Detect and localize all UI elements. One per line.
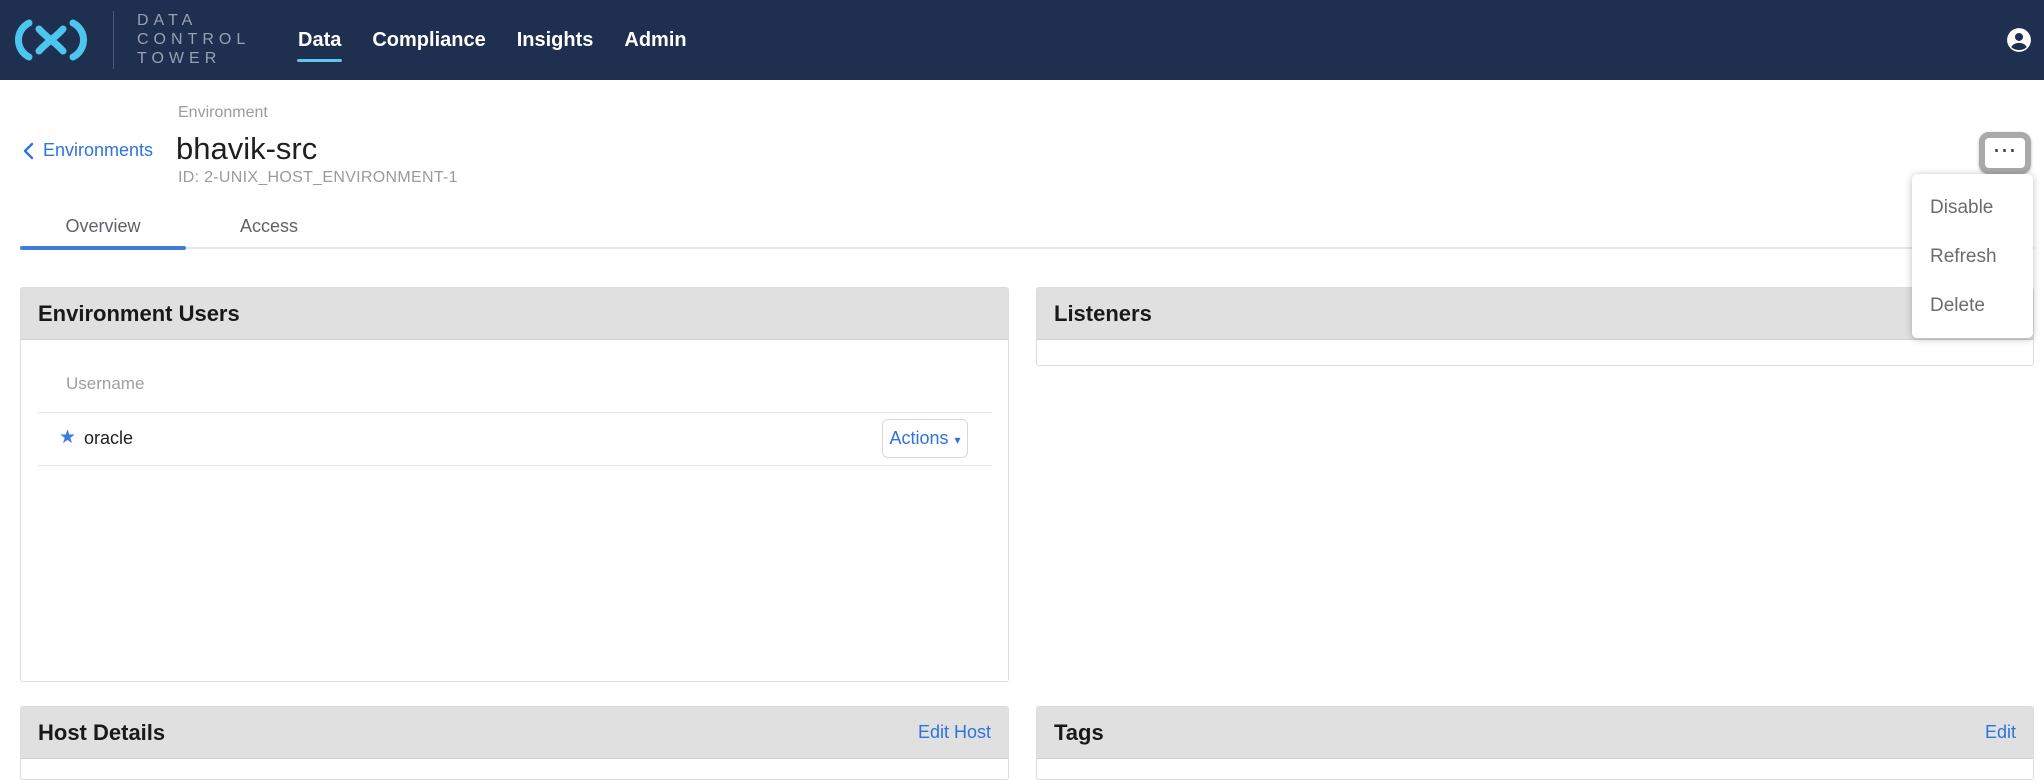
page-root: DATA CONTROL TOWER Data Compliance Insig… bbox=[0, 0, 2044, 780]
listeners-title: Listeners bbox=[1054, 301, 1152, 327]
page-title: bhavik-src bbox=[176, 131, 317, 167]
brand-wordmark: DATA CONTROL TOWER bbox=[137, 11, 250, 68]
actions-label: Actions bbox=[889, 428, 948, 449]
nav-item-admin[interactable]: Admin bbox=[624, 29, 686, 52]
nav-item-data[interactable]: Data bbox=[298, 29, 341, 52]
menu-item-refresh[interactable]: Refresh bbox=[1912, 232, 2033, 281]
listeners-header: Listeners bbox=[1037, 288, 2033, 340]
listeners-card: Listeners bbox=[1036, 287, 2034, 366]
brand-line-3: TOWER bbox=[137, 49, 250, 68]
breadcrumb-label: Environments bbox=[43, 140, 153, 161]
edit-host-link[interactable]: Edit Host bbox=[918, 722, 991, 743]
star-icon: ★ bbox=[59, 426, 76, 449]
edit-tags-link[interactable]: Edit bbox=[1985, 722, 2016, 743]
brand-line-2: CONTROL bbox=[137, 30, 250, 49]
delphix-logo-icon bbox=[13, 17, 89, 63]
caret-down-icon: ▾ bbox=[955, 433, 961, 447]
username-cell: oracle bbox=[84, 428, 133, 449]
environment-users-card: Environment Users Username ★ oracle Acti… bbox=[20, 287, 1009, 682]
brand-divider bbox=[113, 11, 114, 69]
row-actions-button[interactable]: Actions ▾ bbox=[882, 419, 968, 458]
environment-users-header: Environment Users bbox=[21, 288, 1008, 340]
app-bar: DATA CONTROL TOWER Data Compliance Insig… bbox=[0, 0, 2044, 80]
actions-dropdown-menu: Disable Refresh Delete bbox=[1912, 174, 2033, 338]
tab-access[interactable]: Access bbox=[186, 206, 352, 247]
tags-header: Tags Edit bbox=[1037, 707, 2033, 759]
tab-bar: Overview Access bbox=[20, 206, 2034, 249]
username-column-header: Username bbox=[66, 374, 144, 394]
environment-kicker: Environment bbox=[178, 104, 268, 122]
environment-id: ID: 2-UNIX_HOST_ENVIRONMENT-1 bbox=[178, 169, 458, 187]
nav-item-compliance[interactable]: Compliance bbox=[372, 29, 485, 52]
chevron-left-icon bbox=[22, 142, 34, 160]
brand-line-1: DATA bbox=[137, 11, 250, 30]
host-details-header: Host Details Edit Host bbox=[21, 707, 1008, 759]
account-circle-icon[interactable] bbox=[2006, 27, 2032, 53]
row-divider bbox=[37, 465, 992, 466]
environment-users-title: Environment Users bbox=[38, 301, 240, 327]
tab-overview[interactable]: Overview bbox=[20, 206, 186, 247]
tags-title: Tags bbox=[1054, 720, 1104, 746]
tags-card: Tags Edit bbox=[1036, 706, 2034, 780]
nav-item-insights[interactable]: Insights bbox=[517, 29, 594, 52]
table-row: ★ oracle Actions ▾ bbox=[21, 412, 1008, 465]
host-details-title: Host Details bbox=[38, 720, 165, 746]
menu-item-delete[interactable]: Delete bbox=[1912, 281, 2033, 330]
primary-nav: Data Compliance Insights Admin bbox=[298, 0, 687, 80]
ellipsis-icon: ⋯ bbox=[1993, 146, 2018, 156]
breadcrumb-back-link[interactable]: Environments bbox=[22, 140, 153, 161]
menu-item-disable[interactable]: Disable bbox=[1912, 183, 2033, 232]
more-actions-button[interactable]: ⋯ bbox=[1979, 132, 2031, 174]
host-details-card: Host Details Edit Host bbox=[20, 706, 1009, 780]
